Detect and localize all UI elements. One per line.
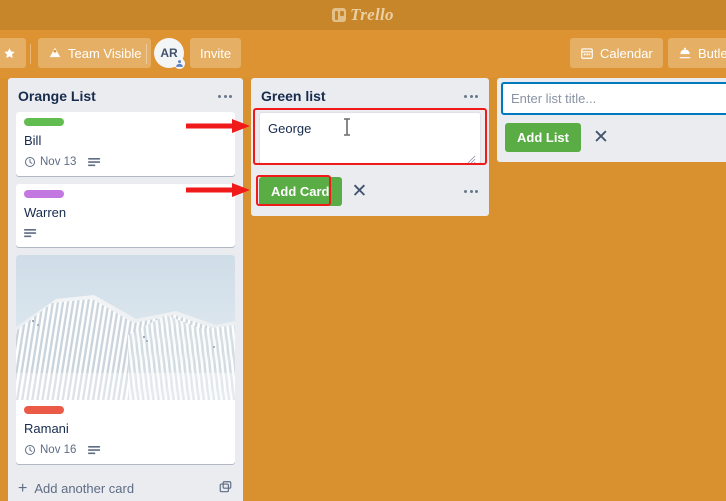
card-body: Ramani Nov 16 [16, 400, 235, 464]
person-badge-icon [176, 60, 183, 67]
close-icon[interactable]: ✕ [593, 128, 609, 147]
plus-icon: + [18, 480, 28, 497]
add-list-input[interactable] [501, 82, 726, 115]
trello-logo-icon [332, 8, 347, 22]
list-menu-icon[interactable] [215, 91, 235, 102]
butler-label: Butler [698, 45, 726, 61]
calendar-label: Calendar [600, 45, 653, 61]
card-title: Warren [24, 205, 67, 220]
card-label-red [24, 406, 64, 414]
list-header: Green list [251, 78, 489, 112]
card-label-green [24, 118, 64, 126]
composer-options-icon[interactable] [461, 186, 481, 197]
card-warren[interactable]: Warren [16, 184, 235, 247]
card-template-icon[interactable] [218, 480, 233, 497]
team-visible-icon [49, 47, 61, 58]
add-another-card-label: Add another card [34, 481, 135, 496]
description-icon [88, 445, 101, 454]
avatar-initials: AR [160, 46, 178, 60]
avatar-status-badge [174, 58, 185, 69]
invite-button[interactable]: Invite [190, 38, 242, 68]
description-icon [88, 157, 101, 166]
list-header: Orange List [8, 78, 243, 112]
close-icon[interactable]: ✕ [352, 182, 368, 201]
avatar[interactable]: AR [154, 38, 185, 69]
card-due-label: Nov 13 [40, 156, 77, 168]
header-divider-2 [146, 44, 147, 64]
card-description-indicator [88, 445, 101, 456]
card-description-indicator [24, 228, 37, 239]
list-title: Orange List [18, 88, 96, 104]
card-meta [24, 228, 227, 239]
invite-label: Invite [200, 45, 232, 61]
calendar-icon [581, 48, 593, 59]
clock-icon [25, 445, 35, 455]
description-icon [24, 229, 37, 238]
header-divider-1 [30, 44, 31, 64]
card-title: Ramani [24, 421, 69, 436]
card-due-label: Nov 16 [40, 444, 77, 456]
card-cover-image [16, 255, 235, 400]
trello-board-app: Trello Team Visible AR Invite Calendar B… [0, 0, 726, 501]
list-footer: + Add another card [8, 472, 243, 501]
add-list-actions: Add List ✕ [501, 115, 726, 158]
card-composer-textarea[interactable] [259, 112, 481, 164]
board-header-overflow-button[interactable] [0, 38, 26, 68]
add-list-composer: Add List ✕ [497, 78, 726, 162]
board-canvas: Orange List Bill Nov 13 Warren Ramani No… [0, 78, 726, 501]
card-title: Bill [24, 133, 42, 148]
trello-logo-text: Trello [350, 5, 394, 24]
add-list-button[interactable]: Add List [505, 123, 581, 152]
card-ramani[interactable]: Ramani Nov 16 [16, 255, 235, 464]
butler-button[interactable]: Butler [668, 38, 726, 68]
clock-icon [25, 157, 35, 167]
card-label-purple [24, 190, 64, 198]
board-header: Team Visible AR Invite Calendar Butle [0, 30, 726, 78]
card-description-indicator [88, 157, 101, 168]
calendar-button[interactable]: Calendar [570, 38, 663, 68]
card-bill[interactable]: Bill Nov 13 [16, 112, 235, 176]
team-visible-button[interactable]: Team Visible [38, 38, 152, 68]
card-due-date[interactable]: Nov 16 [24, 444, 76, 456]
add-another-card-button[interactable]: + Add another card [18, 480, 135, 497]
card-composer [259, 112, 481, 169]
card-due-date[interactable]: Nov 13 [24, 156, 76, 168]
butler-icon [679, 47, 691, 59]
brand-bar: Trello [0, 0, 726, 30]
list-menu-icon[interactable] [461, 91, 481, 102]
list-green-list: Green list Add Card ✕ [251, 78, 489, 216]
list-orange-list: Orange List Bill Nov 13 Warren Ramani No… [8, 78, 243, 501]
star-icon [4, 47, 15, 58]
card-meta: Nov 13 [24, 156, 227, 168]
trello-logo[interactable]: Trello [332, 5, 394, 25]
composer-actions: Add Card ✕ [251, 169, 489, 216]
card-meta: Nov 16 [24, 444, 227, 456]
list-title: Green list [261, 88, 326, 104]
team-visible-label: Team Visible [68, 45, 142, 61]
add-card-button[interactable]: Add Card [259, 177, 342, 206]
